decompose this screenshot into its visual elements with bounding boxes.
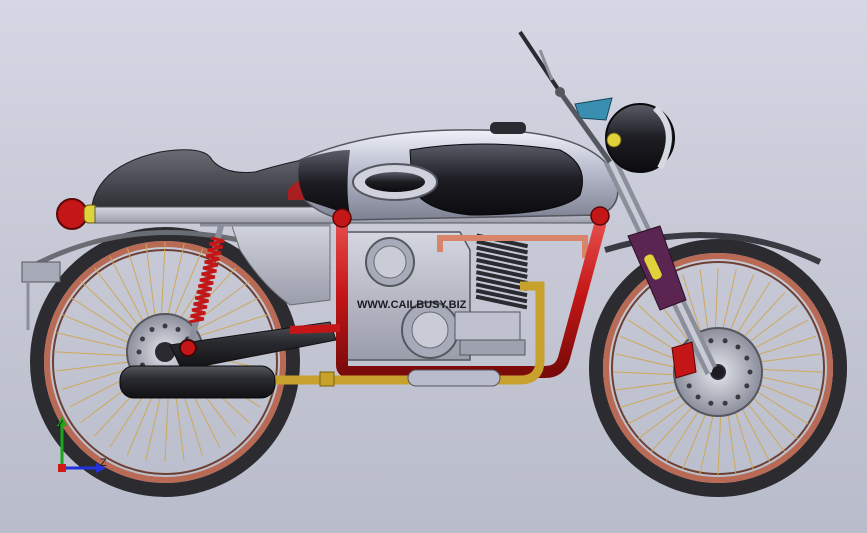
cylinder-fins (475, 233, 529, 310)
cad-viewport[interactable]: WWW.CAILBUSY.BIZ Y Z (0, 0, 867, 533)
license-plate-bracket (21, 261, 61, 283)
muffler (119, 365, 276, 399)
fuel-cap[interactable] (490, 122, 526, 134)
triad-y-label: Y (56, 419, 64, 431)
engine-brand-text: WWW.CAILBUSY.BIZ (357, 299, 467, 311)
engine[interactable]: WWW.CAILBUSY.BIZ (337, 231, 529, 361)
motorcycle-model[interactable]: WWW.CAILBUSY.BIZ Y Z (0, 0, 867, 533)
rear-wheel[interactable] (30, 227, 300, 497)
triad-x-axis (58, 464, 66, 472)
tail-light (56, 198, 88, 230)
fuel-tank[interactable] (298, 122, 619, 221)
headlight (605, 103, 675, 173)
brake-caliper (671, 341, 697, 379)
triad-z-label: Z (100, 457, 107, 469)
handlebar[interactable] (518, 30, 562, 94)
